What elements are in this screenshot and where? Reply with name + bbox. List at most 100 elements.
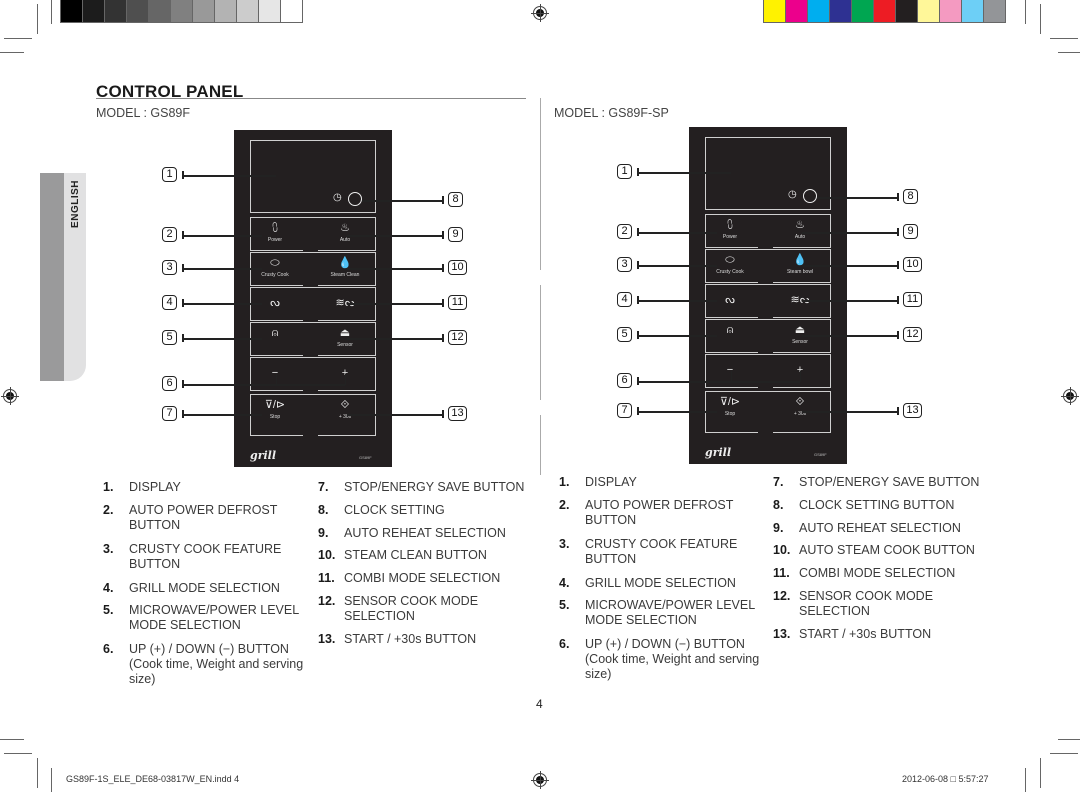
callout-leader — [183, 235, 262, 237]
crop-mark — [4, 38, 32, 39]
callout-leader — [347, 268, 442, 270]
button-divider — [773, 432, 831, 433]
auto-reheat-button-label: Auto — [339, 237, 351, 243]
callout-9: 9 — [448, 227, 463, 242]
legend-number: 1. — [103, 480, 114, 494]
callout-tick — [442, 334, 444, 342]
callout-leader — [183, 303, 262, 305]
crusty-cook-icon[interactable]: ⬭ — [260, 258, 290, 269]
color-swatch — [193, 0, 215, 22]
legend-text: MICROWAVE/POWER LEVEL MODE SELECTION — [129, 603, 299, 632]
down-icon[interactable]: − — [715, 365, 745, 376]
callout-6: 6 — [617, 373, 632, 388]
callout-leader — [183, 268, 262, 270]
legend-text: CRUSTY COOK FEATURE BUTTON — [585, 537, 738, 566]
color-swatch — [171, 0, 193, 22]
down-icon[interactable]: − — [260, 368, 290, 379]
callout-leader — [347, 235, 442, 237]
callout-tick — [897, 296, 899, 304]
color-swatch — [940, 0, 962, 22]
stop-energy-save-icon[interactable]: ⊽/⊳ — [260, 400, 290, 411]
legend-number: 12. — [773, 589, 791, 603]
callout-leader — [638, 172, 731, 174]
callout-leader — [802, 265, 897, 267]
callout-4: 4 — [162, 295, 177, 310]
legend-text: DISPLAY — [585, 475, 637, 489]
color-swatch — [61, 0, 83, 22]
start-30s-icon[interactable]: ⟐ — [785, 397, 815, 408]
callout-leader — [638, 265, 717, 267]
callout-12: 12 — [448, 330, 467, 345]
legend-number: 5. — [103, 603, 114, 617]
color-swatch — [962, 0, 984, 22]
button-divider — [318, 355, 376, 356]
callout-tick — [731, 371, 732, 382]
button-divider — [250, 355, 303, 356]
button-divider — [705, 352, 758, 353]
panel-model-code: GS89F — [814, 452, 827, 457]
button-divider — [250, 285, 303, 286]
legend-text: START / +30s BUTTON — [344, 632, 477, 646]
button-divider — [250, 435, 303, 436]
color-swatch — [149, 0, 171, 22]
button-divider — [705, 282, 758, 283]
microwave-icon[interactable]: ⍝ — [260, 328, 290, 339]
crop-mark — [51, 0, 52, 24]
callout-tick — [897, 261, 899, 269]
color-swatch — [215, 0, 237, 22]
color-swatch — [127, 0, 149, 22]
grill-mode-icon[interactable]: ᔓ — [715, 295, 745, 306]
crop-mark — [4, 753, 32, 754]
callout-leader — [183, 338, 262, 340]
button-divider — [250, 390, 303, 391]
auto-power-defrost-icon[interactable]: ⩇ — [260, 223, 290, 234]
callout-leader — [362, 200, 442, 202]
color-swatch — [105, 0, 127, 22]
legend-number: 5. — [559, 598, 570, 612]
crop-mark — [1058, 739, 1080, 740]
auto-reheat-icon[interactable]: ♨ — [330, 223, 360, 234]
legend-number: 3. — [559, 537, 570, 551]
button-divider — [773, 247, 831, 248]
color-swatch — [852, 0, 874, 22]
callout-tick — [442, 410, 444, 418]
crop-mark — [1050, 38, 1078, 39]
start-30s-icon[interactable]: ⟐ — [330, 400, 360, 411]
process-color-bar — [763, 0, 1006, 23]
button-divider — [318, 390, 376, 391]
stop-energy-save-icon[interactable]: ⊽/⊳ — [715, 397, 745, 408]
callout-4: 4 — [617, 292, 632, 307]
legend-number: 8. — [773, 498, 784, 512]
callout-11: 11 — [448, 295, 467, 310]
auto-reheat-icon[interactable]: ♨ — [785, 220, 815, 231]
legend-text: AUTO REHEAT SELECTION — [799, 521, 961, 535]
callout-10: 10 — [448, 260, 467, 275]
callout-leader — [638, 232, 717, 234]
button-divider — [705, 317, 758, 318]
legend-number: 13. — [773, 627, 791, 641]
sensor-cook-button-label: Sensor — [337, 342, 353, 348]
callout-leader — [817, 197, 897, 199]
legend-number: 9. — [318, 526, 329, 540]
grill-mode-icon[interactable]: ᔓ — [260, 298, 290, 309]
legend-number: 9. — [773, 521, 784, 535]
legend-number: 6. — [559, 637, 570, 651]
auto-power-defrost-icon[interactable]: ⩇ — [715, 220, 745, 231]
color-swatch — [896, 0, 918, 22]
crop-mark — [1058, 52, 1080, 53]
callout-tick — [897, 193, 899, 201]
button-divider — [705, 387, 758, 388]
page-number: 4 — [536, 697, 543, 711]
callout-8: 8 — [903, 189, 918, 204]
callout-tick — [800, 371, 801, 382]
callout-7: 7 — [162, 406, 177, 421]
crop-mark — [1050, 753, 1078, 754]
crusty-cook-icon[interactable]: ⬭ — [715, 255, 745, 266]
callout-tick — [442, 196, 444, 204]
button-divider — [773, 352, 831, 353]
legend-number: 11. — [318, 571, 335, 585]
legend-text: GRILL MODE SELECTION — [129, 581, 280, 595]
color-swatch — [764, 0, 786, 22]
legend-number: 13. — [318, 632, 336, 646]
microwave-icon[interactable]: ⍝ — [715, 325, 745, 336]
